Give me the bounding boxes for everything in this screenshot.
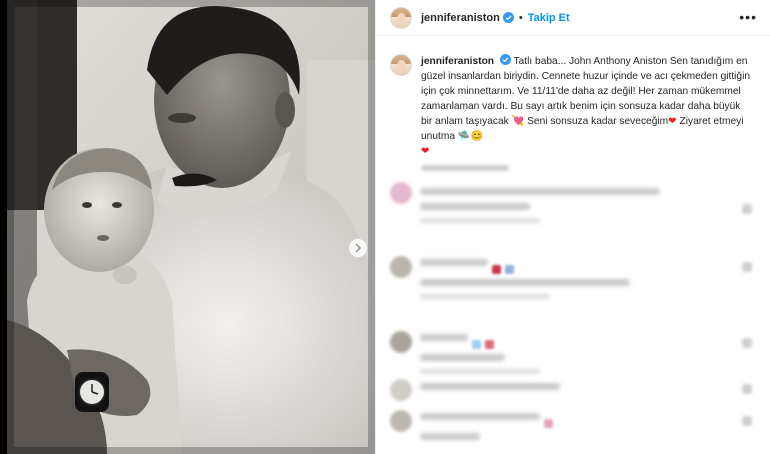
author-username[interactable]: jenniferaniston [421,12,500,24]
post-side-panel: jenniferaniston • Takip Et ••• jennifera… [375,0,770,454]
caption-text-part-2: Seni sonsuza kadar seveceğim [524,116,669,127]
smile-emoji-icon: 😊 [470,131,484,142]
caption-timestamp-blurred [421,165,509,171]
comment-text-blurred [420,188,660,195]
caption-username[interactable]: jenniferaniston [421,56,494,67]
red-heart-emoji-icon: ❤ [668,116,677,127]
comment-text-blurred [420,383,560,390]
emoji-blurred-icon [492,265,501,275]
follow-button[interactable]: Takip Et [528,12,570,24]
caption-text: jenniferaniston Tatlı baba... John Antho… [421,54,751,171]
header-separator: • [518,11,523,24]
vintage-photo-father-with-baby [7,0,375,454]
author-avatar[interactable] [390,6,412,29]
comment-text-blurred [420,354,505,361]
ufo-emoji-icon: 🛸 [457,131,471,142]
chevron-right-icon [355,243,362,253]
post-caption: jenniferaniston Tatlı baba... John Antho… [390,54,760,171]
post-photo[interactable] [7,0,375,454]
instagram-post: jenniferaniston • Takip Et ••• jennifera… [0,0,770,454]
comment-meta-blurred [420,218,540,223]
comment-avatar[interactable] [390,410,412,432]
comment-avatar[interactable] [390,182,412,204]
post-photo-area [0,0,375,454]
emoji-blurred-icon [505,265,514,275]
comment-like-icon[interactable] [742,416,752,426]
comment-text-blurred [420,259,488,266]
more-options-icon[interactable]: ••• [739,10,757,24]
comment-item [390,379,560,401]
comment-like-icon[interactable] [742,338,752,348]
red-heart-emoji-icon-2: ❤ [421,146,430,157]
comment-like-icon[interactable] [742,384,752,394]
comment-avatar[interactable] [390,256,412,278]
emoji-blurred-icon [544,419,553,429]
comment-like-icon[interactable] [742,262,752,272]
post-header: jenniferaniston • Takip Et ••• [376,0,770,36]
heart-arrow-emoji-icon: 💘 [511,116,525,127]
comment-like-icon[interactable] [742,204,752,214]
emoji-blurred-icon [485,340,494,350]
verified-badge-icon [502,12,514,23]
comment-text-blurred [420,433,480,440]
comment-item [390,256,630,307]
comment-item [390,182,660,231]
caption-verified-badge-icon [499,54,511,65]
caption-avatar[interactable] [390,54,412,76]
comment-meta-blurred [420,369,540,374]
comment-avatar[interactable] [390,379,412,401]
comment-meta-blurred [420,294,550,299]
next-photo-button[interactable] [348,238,368,258]
comment-item [390,410,553,448]
comment-text-blurred [420,413,540,420]
comment-text-blurred [420,203,530,210]
emoji-blurred-icon [472,340,481,350]
comment-text-blurred [420,279,630,286]
comment-text-blurred [420,334,468,341]
comment-avatar[interactable] [390,331,412,353]
comment-item [390,331,540,382]
